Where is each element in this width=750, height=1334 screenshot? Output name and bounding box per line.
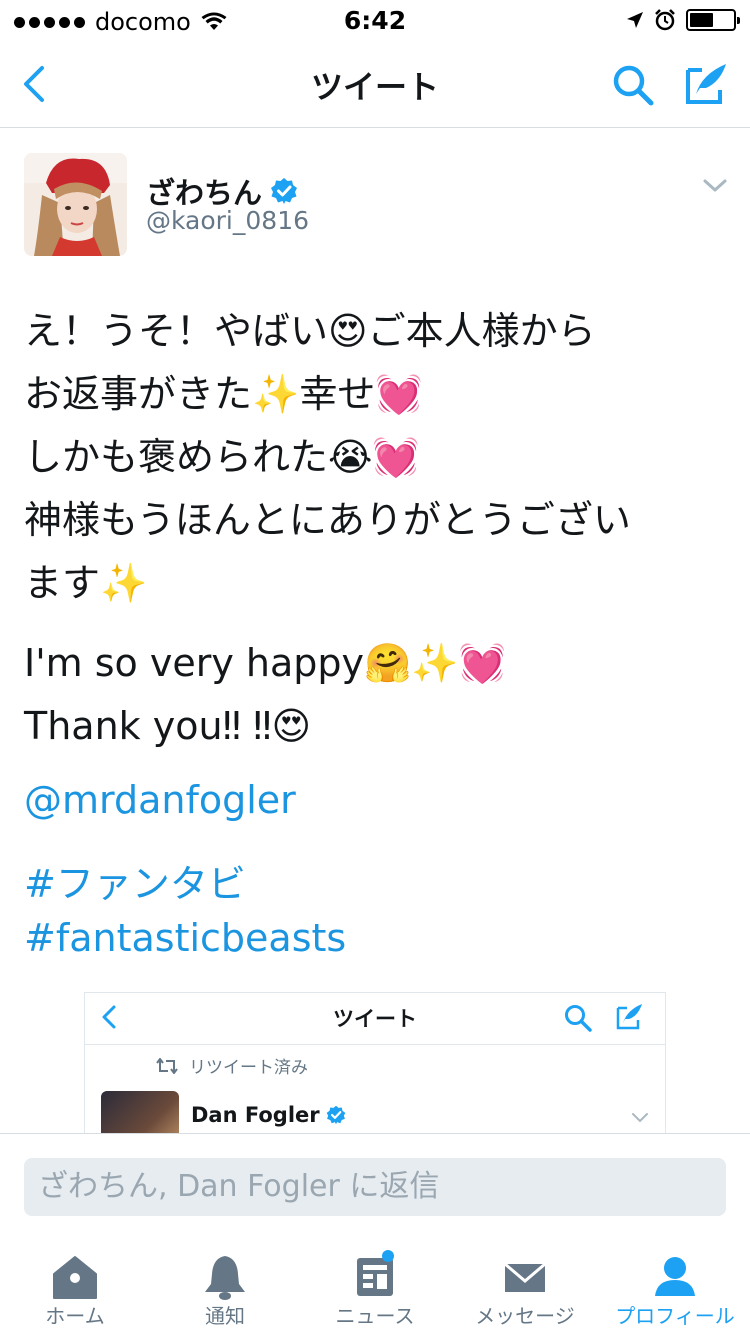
tweet-line: え！うそ！やばい😍ご本人様から [24, 309, 596, 353]
tab-label: ニュース [335, 1304, 415, 1328]
envelope-icon [504, 1262, 546, 1292]
retweet-icon [156, 1057, 178, 1074]
tweet-line: 神様もうほんとにありがとうござい [24, 498, 631, 542]
verified-badge-icon [326, 1105, 345, 1125]
embedded-chevron-down-icon [632, 1113, 648, 1123]
alarm-icon [655, 9, 675, 31]
bell-icon [205, 1256, 245, 1300]
tab-label: ホーム [45, 1304, 105, 1328]
news-icon [357, 1258, 393, 1296]
profile-icon [655, 1257, 695, 1296]
author-handle[interactable]: @kaori_0816 [146, 206, 309, 235]
embedded-author-text: Dan Fogler [191, 1103, 320, 1127]
tab-label: 通知 [205, 1304, 245, 1328]
hashtag-link[interactable]: #ファンタビ [24, 853, 246, 908]
status-bar: docomo 6:42 [0, 0, 750, 40]
embedded-author-name: Dan Fogler [191, 1103, 346, 1127]
home-icon [53, 1256, 97, 1299]
tab-label: メッセージ [475, 1304, 575, 1328]
embedded-compose-icon [616, 1004, 642, 1030]
location-arrow-icon [627, 12, 643, 28]
tab-news[interactable]: ニュース [300, 1238, 450, 1334]
tab-label: プロフィール [615, 1304, 735, 1328]
tweet-line: しかも褒められた😭💓 [24, 435, 420, 479]
compose-tweet-icon[interactable] [684, 60, 730, 106]
tweet-line: Thank you‼ ‼😍 [24, 704, 312, 748]
tweet-text-en: I'm so very happy🤗✨💓 Thank you‼ ‼😍 [24, 632, 724, 758]
tab-home[interactable]: ホーム [0, 1238, 150, 1334]
embedded-nav-bar: ツイート [85, 993, 665, 1045]
tweet-line: I'm so very happy🤗✨💓 [24, 641, 506, 685]
avatar-image [24, 153, 127, 256]
retweeted-label: リツイート済み [189, 1058, 308, 1078]
verified-badge-icon [271, 178, 298, 204]
attached-image[interactable]: ツイート リツイート済み Dan Fogler [84, 992, 666, 1134]
news-badge [382, 1250, 394, 1262]
tweet-line: お返事がきた✨幸せ💓 [24, 372, 423, 416]
tweet-line: ます✨ [24, 561, 148, 605]
search-icon[interactable] [610, 62, 656, 108]
nav-bar: ツイート [0, 40, 750, 128]
mention-link[interactable]: @mrdanfogler [24, 778, 296, 822]
retweeted-indicator: リツイート済み [155, 1053, 308, 1078]
embedded-search-icon [565, 1005, 592, 1032]
reply-input[interactable]: ざわちん, Dan Fogler に返信 [24, 1158, 726, 1216]
tweet-text-ja: え！うそ！やばい😍ご本人様から お返事がきた✨幸せ💓 しかも褒められた😭💓 神様… [24, 300, 724, 615]
tab-profile[interactable]: プロフィール [600, 1238, 750, 1334]
tab-bar: ホーム 通知 ニュース メッセージ プロフィール [0, 1238, 750, 1334]
hashtag-link[interactable]: #fantasticbeasts [24, 916, 346, 960]
status-right [626, 9, 740, 31]
author-avatar[interactable] [24, 153, 127, 256]
embedded-avatar [101, 1091, 179, 1134]
battery-icon [686, 9, 740, 31]
tab-notifications[interactable]: 通知 [150, 1238, 300, 1334]
reply-bar: ざわちん, Dan Fogler に返信 [0, 1133, 750, 1238]
tab-messages[interactable]: メッセージ [450, 1238, 600, 1334]
chevron-down-icon[interactable] [702, 176, 728, 196]
